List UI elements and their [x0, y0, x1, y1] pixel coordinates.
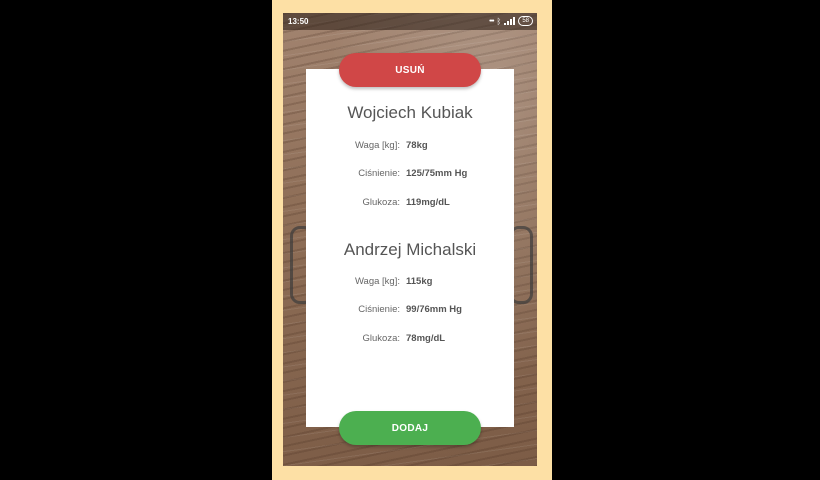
add-button[interactable]: DODAJ	[339, 411, 481, 445]
status-icons: ••• ᛒ 58	[489, 16, 533, 26]
signal-icon	[504, 17, 516, 25]
pressure-value: 125/75mm Hg	[406, 168, 468, 179]
pressure-row: Ciśnienie: 99/76mm Hg	[306, 304, 514, 318]
pressure-label: Ciśnienie:	[358, 168, 400, 179]
pressure-value: 99/76mm Hg	[406, 304, 462, 315]
status-time: 13:50	[288, 17, 309, 26]
glucose-label: Glukoza:	[362, 333, 401, 344]
weight-row: Waga [kg]: 115kg	[306, 276, 514, 290]
patient-name: Wojciech Kubiak	[347, 103, 473, 122]
weight-label: Waga [kg]:	[354, 276, 400, 287]
bluetooth-icon: ᛒ	[496, 16, 502, 26]
glucose-label: Glukoza:	[362, 197, 401, 208]
glucose-value: 78mg/dL	[406, 333, 446, 344]
glucose-row: Glukoza: 78mg/dL	[306, 333, 514, 347]
weight-value: 78kg	[406, 140, 428, 151]
battery-icon: 58	[518, 16, 533, 26]
pressure-row: Ciśnienie: 125/75mm Hg	[306, 168, 514, 182]
weight-value: 115kg	[406, 276, 433, 287]
glucose-value: 119mg/dL	[406, 197, 450, 208]
weight-row: Waga [kg]: 78kg	[306, 140, 514, 154]
status-bar: 13:50 ••• ᛒ 58	[283, 13, 537, 30]
weight-label: Waga [kg]:	[354, 140, 400, 151]
patient-name: Andrzej Michalski	[343, 240, 477, 259]
glucose-row: Glukoza: 119mg/dL	[306, 197, 514, 211]
pressure-label: Ciśnienie:	[358, 304, 400, 315]
delete-button[interactable]: USUŃ	[339, 53, 481, 87]
phone-screen: 13:50 ••• ᛒ 58 USUŃ Wojciech Kubiak Waga…	[283, 13, 537, 466]
more-notifications-icon: •••	[489, 17, 494, 25]
